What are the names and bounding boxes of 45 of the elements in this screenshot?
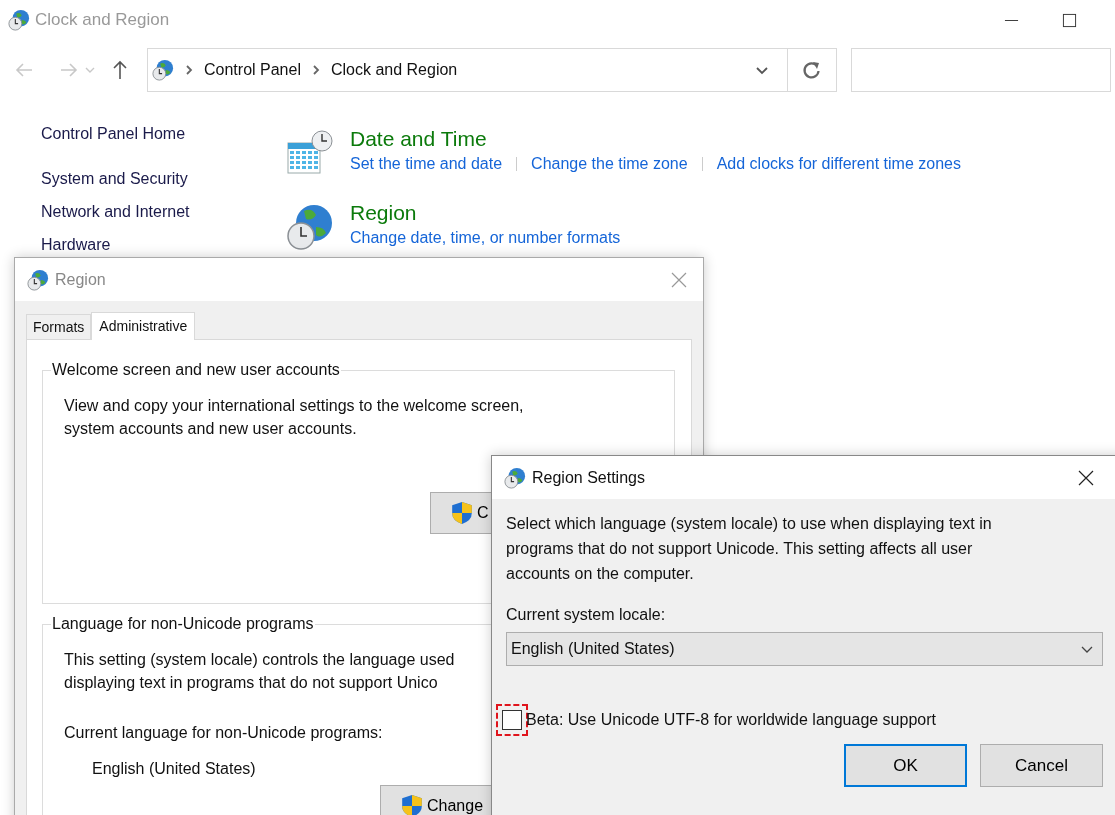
description-text: system accounts and new user accounts. <box>64 420 358 438</box>
sidebar-link[interactable]: Hardware <box>41 236 286 254</box>
task-link[interactable]: Set the time and date <box>350 155 503 173</box>
task-link[interactable]: Change the time zone <box>531 155 688 173</box>
globe-clock-icon <box>286 203 334 251</box>
checkbox-label: Beta: Use Unicode UTF-8 for worldwide language support <box>526 711 936 729</box>
sidebar-link[interactable]: Network and Internet <box>41 203 286 221</box>
field-label: Current system locale: <box>506 606 667 624</box>
dialog-button[interactable]: Cancel <box>980 744 1103 787</box>
maximize-icon[interactable] <box>1062 12 1077 28</box>
breadcrumb[interactable]: Control Panel <box>204 61 301 79</box>
address-bar[interactable]: Control Panel Clock and Region <box>147 48 837 92</box>
globe-clock-icon <box>27 268 49 291</box>
locale-dropdown[interactable]: English (United States) <box>506 632 1103 666</box>
sidebar-link[interactable]: Control Panel Home <box>41 125 286 143</box>
category-title[interactable]: Region <box>350 201 621 225</box>
close-icon[interactable] <box>1078 469 1094 486</box>
window-title: Clock and Region <box>35 10 170 30</box>
tab[interactable]: Administrative <box>91 312 196 340</box>
task-link[interactable]: Add clocks for different time zones <box>716 155 961 173</box>
globe-clock-icon <box>504 466 526 489</box>
search-field[interactable] <box>851 48 1111 92</box>
sidebar-link[interactable]: System and Security <box>41 170 286 188</box>
chevron-right-icon <box>184 64 194 76</box>
calendar-clock-icon <box>286 129 334 177</box>
shield-icon <box>401 794 423 815</box>
breadcrumb[interactable]: Clock and Region <box>330 61 458 79</box>
checkbox[interactable] <box>502 710 522 730</box>
dialog-title: Region Settings <box>532 468 645 487</box>
field-label: Current language for non-Unicode programs: <box>64 724 384 742</box>
globe-clock-icon <box>8 9 30 31</box>
shield-icon <box>451 501 473 525</box>
dialog-title: Region <box>55 270 106 289</box>
refresh-icon <box>802 60 822 80</box>
group-title: Language for non-Unicode programs <box>51 615 315 633</box>
task-link[interactable]: Change date, time, or number formats <box>350 229 621 247</box>
description-text: This setting (system locale) controls the language used <box>64 651 456 669</box>
globe-clock-icon <box>152 59 174 81</box>
description-text: displaying text in programs that do not support Unico <box>64 674 439 692</box>
current-language: English (United States) <box>92 760 257 778</box>
tab[interactable]: Formats <box>26 314 92 339</box>
category-title[interactable]: Date and Time <box>350 127 961 151</box>
dialog-button[interactable]: OK <box>844 744 967 787</box>
description-text: View and copy your international settings to the welcome screen, <box>64 397 525 415</box>
chevron-right-icon <box>310 64 321 76</box>
